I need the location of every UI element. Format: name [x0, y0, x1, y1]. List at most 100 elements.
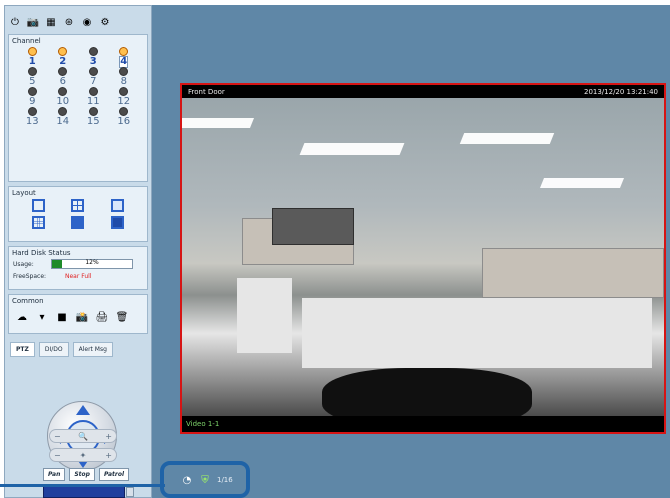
- channel-status-icon: [58, 87, 68, 96]
- channel-title: Channel: [12, 37, 41, 45]
- 16-screen-layout-icon[interactable]: [110, 216, 124, 229]
- channel-item-8[interactable]: 8: [109, 67, 140, 87]
- zoom-in-icon[interactable]: +: [105, 432, 112, 441]
- channel-item-5[interactable]: 5: [17, 67, 48, 87]
- video-viewer[interactable]: Front Door 2013/12/20 13:21:40 Video 1-1: [180, 83, 666, 434]
- ceiling-light: [299, 143, 405, 155]
- channel-item-9[interactable]: 9: [17, 87, 48, 107]
- channel-number: 9: [29, 96, 36, 107]
- camera-icon[interactable]: 📷: [26, 15, 40, 29]
- ceiling-light: [539, 178, 625, 188]
- focus-minus-icon[interactable]: −: [54, 451, 61, 460]
- snapshot-icon[interactable]: 📸: [75, 310, 89, 324]
- overhead-cabinet: [272, 208, 354, 245]
- preset-dropdown[interactable]: [43, 486, 134, 498]
- usage-progress-bar: 12%: [51, 259, 133, 269]
- channel-item-12[interactable]: 12: [109, 87, 140, 107]
- zoom-control[interactable]: − 🔍 +: [49, 429, 117, 443]
- channel-status-icon: [27, 107, 37, 116]
- cubicle-wall: [482, 248, 664, 298]
- freespace-row: FreeSpace: Near Full: [9, 271, 147, 282]
- channel-number: 10: [56, 96, 70, 107]
- usage-value: 12%: [85, 259, 99, 266]
- pan-button[interactable]: Pan: [43, 468, 66, 481]
- cloud-icon[interactable]: ☁: [15, 310, 29, 324]
- stop-icon[interactable]: ■: [55, 310, 69, 324]
- layout-title: Layout: [12, 189, 36, 197]
- channel-number: 16: [117, 116, 131, 127]
- video-label: Video 1-1: [186, 420, 220, 428]
- color-grid-icon[interactable]: ▦: [44, 15, 58, 29]
- channel-grid: 1 2 3 4 5 6 7 8 9 10 11 12 13 14 15 16: [9, 45, 147, 127]
- 1-screen-layout-icon[interactable]: [32, 199, 46, 212]
- print-icon[interactable]: 🖨: [95, 310, 109, 324]
- 9-screen-layout-icon[interactable]: [32, 216, 46, 229]
- channel-status-icon: [119, 47, 129, 56]
- usage-row: Usage: 12%: [9, 257, 147, 271]
- ptz-tabs: PTZ DI/DO Alert Msg: [8, 338, 115, 357]
- 4-screen-layout-icon[interactable]: [71, 199, 85, 212]
- channel-number: 7: [90, 76, 97, 87]
- channel-item-6[interactable]: 6: [48, 67, 79, 87]
- patrol-button[interactable]: Patrol: [98, 468, 130, 481]
- stop-button[interactable]: Stop: [69, 468, 95, 481]
- settings-icon[interactable]: ⚙: [98, 15, 112, 29]
- paper-stack: [237, 278, 292, 353]
- focus-icon: ✦: [79, 450, 87, 460]
- channel-item-15[interactable]: 15: [78, 107, 109, 127]
- channel-item-16[interactable]: 16: [109, 107, 140, 127]
- channel-item-13[interactable]: 13: [17, 107, 48, 127]
- ceiling-light: [182, 118, 255, 128]
- channel-status-icon: [88, 47, 98, 56]
- disk-status-section: Hard Disk Status Usage: 12% FreeSpace: N…: [8, 246, 148, 290]
- tab-ptz[interactable]: PTZ: [10, 342, 35, 357]
- channel-item-11[interactable]: 11: [78, 87, 109, 107]
- ceiling-light: [459, 133, 555, 144]
- channel-item-7[interactable]: 7: [78, 67, 109, 87]
- channel-section: Channel 1 2 3 4 5 6 7 8 9 10 11 12 13 14…: [8, 34, 148, 182]
- channel-number: 1: [28, 56, 36, 67]
- channel-item-14[interactable]: 14: [48, 107, 79, 127]
- channel-item-4[interactable]: 4: [109, 47, 140, 68]
- tab-di-do[interactable]: DI/DO: [38, 342, 69, 357]
- layout-section: Layout: [8, 186, 148, 242]
- common-section: Common ☁ ▾ ■ 📸 🖨 🗑: [8, 294, 148, 334]
- chevron-down-icon[interactable]: [126, 487, 134, 497]
- viewer-header: Front Door 2013/12/20 13:21:40: [182, 85, 664, 98]
- focus-control[interactable]: − ✦ +: [49, 448, 117, 462]
- channel-number: 6: [59, 76, 66, 87]
- freespace-value: Near Full: [65, 273, 92, 280]
- record-icon[interactable]: ◔: [181, 474, 193, 486]
- left-panel: ⏻ 📷 ▦ ⊛ ◉ ⚙ Channel 1 2 3 4 5 6 7 8 9 10…: [4, 5, 152, 498]
- channel-item-2[interactable]: 2: [48, 47, 79, 67]
- channel-item-1[interactable]: 1: [17, 47, 48, 67]
- dropdown-icon[interactable]: ▾: [35, 310, 49, 324]
- channel-item-10[interactable]: 10: [48, 87, 79, 107]
- shield-icon[interactable]: ⛨: [199, 474, 211, 486]
- trash-icon[interactable]: 🗑: [115, 310, 129, 324]
- usage-label: Usage:: [13, 260, 34, 268]
- focus-plus-icon[interactable]: +: [105, 451, 112, 460]
- layout-grid: [9, 197, 147, 235]
- 13-screen-layout-icon[interactable]: [71, 216, 85, 229]
- viewer-footer: Video 1-1: [182, 416, 664, 432]
- arrow-up-icon[interactable]: [76, 405, 90, 415]
- zoom-icon: 🔍: [78, 431, 88, 441]
- network-icon[interactable]: ⊛: [62, 15, 76, 29]
- common-title: Common: [12, 297, 44, 305]
- main-area: Front Door 2013/12/20 13:21:40 Video 1-1: [152, 5, 670, 498]
- channel-number: 14: [56, 116, 70, 127]
- channel-number: 13: [25, 116, 39, 127]
- desk-surface: [302, 298, 652, 368]
- globe-icon[interactable]: ◉: [80, 15, 94, 29]
- channel-status-icon: [88, 107, 98, 116]
- channel-item-3[interactable]: 3: [78, 47, 109, 67]
- channel-status-icon: [88, 87, 98, 96]
- toolbar: ⏻ 📷 ▦ ⊛ ◉ ⚙: [8, 11, 148, 33]
- channel-number: 2: [59, 56, 67, 67]
- 6-screen-layout-icon[interactable]: [110, 199, 124, 212]
- zoom-out-icon[interactable]: −: [54, 432, 61, 441]
- tab-alert-msg[interactable]: Alert Msg: [72, 342, 113, 357]
- power-icon[interactable]: ⏻: [8, 15, 22, 29]
- ptz-actions: Pan Stop Patrol: [43, 468, 130, 481]
